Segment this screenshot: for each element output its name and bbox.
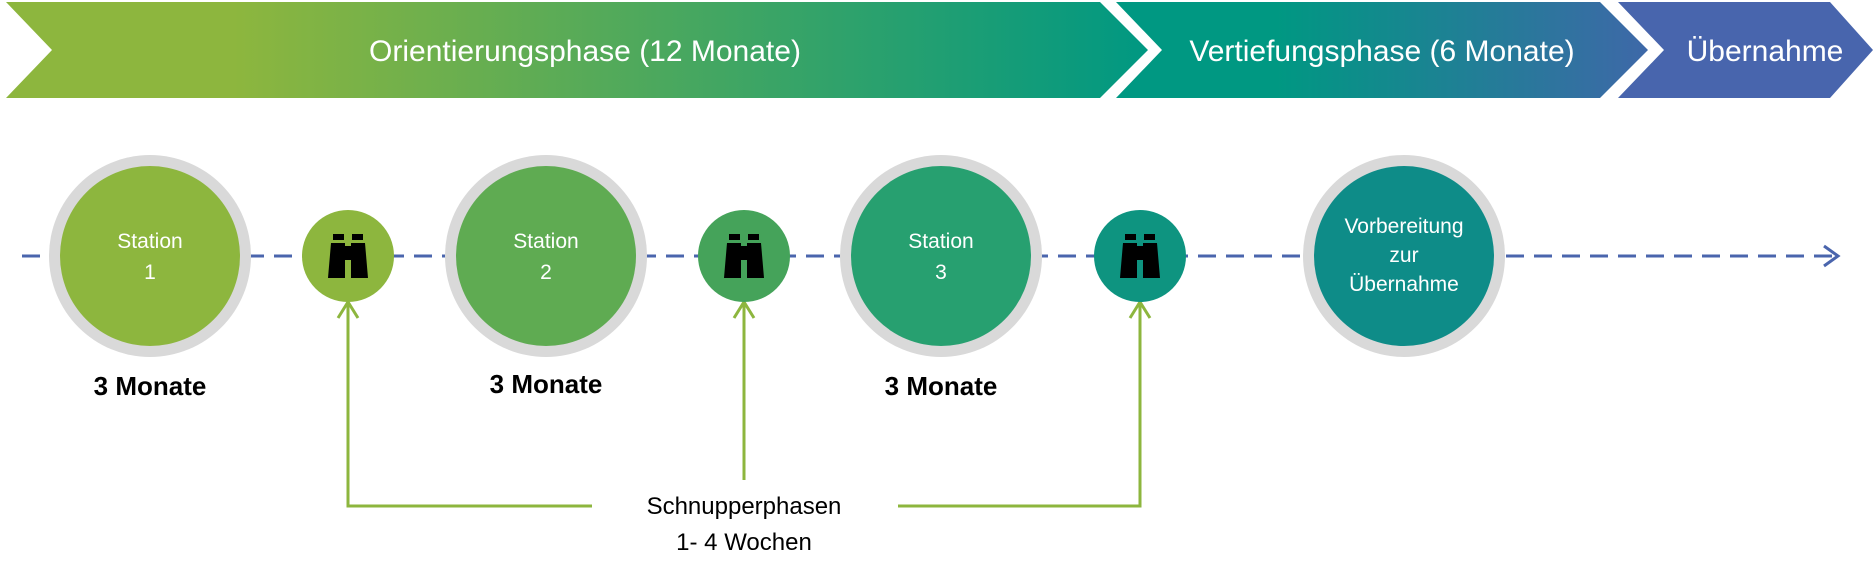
station-3: Station 3 3 Monate (840, 155, 1042, 401)
svg-text:Vertiefungsphase (6 Monate): Vertiefungsphase (6 Monate) (1189, 35, 1574, 68)
svg-text:3: 3 (935, 261, 947, 284)
trial-phase-duration: 1- 4 Wochen (676, 529, 812, 556)
trial-phase-label: Schnupperphasen (647, 493, 842, 520)
program-timeline-diagram: Orientierungsphase (12 Monate) Vertiefun… (6, 2, 1873, 556)
phase-chevron-deepening: Vertiefungsphase (6 Monate) (1116, 2, 1648, 98)
svg-text:Orientierungsphase (12 Monate): Orientierungsphase (12 Monate) (369, 35, 801, 68)
station-duration: 3 Monate (490, 369, 603, 399)
svg-text:Übernahme: Übernahme (1687, 35, 1844, 68)
svg-text:zur: zur (1389, 244, 1418, 267)
svg-text:Station: Station (908, 230, 973, 253)
station-duration: 3 Monate (885, 371, 998, 401)
trial-phase-node-2 (698, 210, 790, 302)
station-takeover-preparation: Vorbereitung zur Übernahme (1303, 155, 1505, 357)
svg-text:2: 2 (540, 261, 552, 284)
station-1: Station 1 3 Monate (49, 155, 251, 401)
station-duration: 3 Monate (94, 371, 207, 401)
svg-text:Vorbereitung: Vorbereitung (1344, 215, 1463, 238)
trial-phase-node-1 (302, 210, 394, 302)
trial-phase-connectors (336, 299, 1152, 508)
svg-text:Station: Station (513, 230, 578, 253)
svg-text:1: 1 (144, 261, 156, 284)
trial-phase-node-3 (1094, 210, 1186, 302)
svg-text:Übernahme: Übernahme (1349, 273, 1459, 296)
phase-chevron-takeover: Übernahme (1618, 2, 1873, 98)
station-2: Station 2 3 Monate (445, 155, 647, 399)
phase-chevron-orientation: Orientierungsphase (12 Monate) (6, 2, 1148, 98)
svg-text:Station: Station (117, 230, 182, 253)
